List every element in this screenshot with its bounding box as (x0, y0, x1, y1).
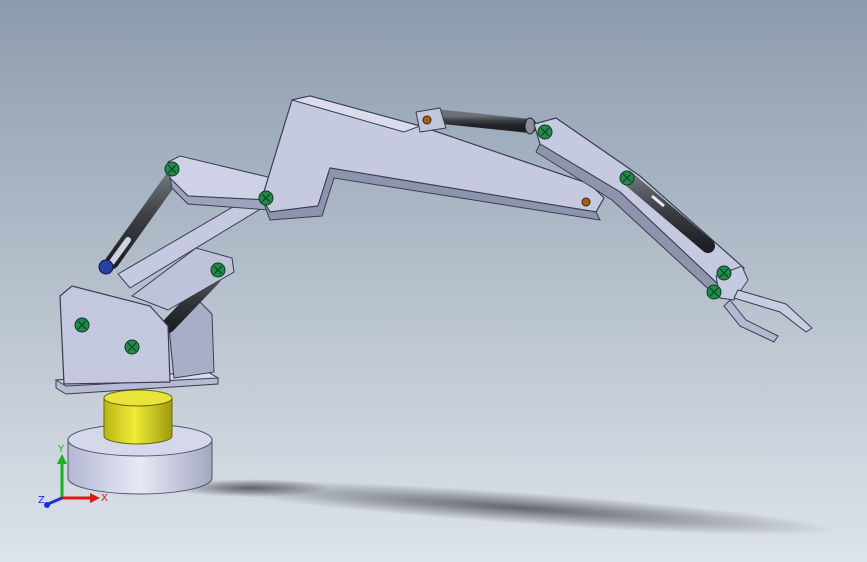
pin-boom-base (258, 190, 274, 206)
z-axis-arrowhead (44, 502, 50, 508)
z-axis-label: Z (38, 495, 45, 506)
pin-base-front-lower (124, 339, 140, 355)
pin-forearm-top (537, 124, 553, 140)
pin-wrist-lower (706, 284, 722, 300)
pin-upper-link-left (164, 161, 180, 177)
pin-wrist-upper (716, 265, 732, 281)
cad-viewport[interactable]: Y X Z (0, 0, 867, 562)
pin-shoulder-cylinder-base (98, 259, 114, 275)
pin-boom-tip (581, 197, 591, 207)
pin-lower-cylinder-top (210, 262, 226, 278)
pin-forearm-cylinder (619, 170, 635, 186)
pin-boom-cylinder-mount (422, 115, 432, 125)
y-axis-label: Y (57, 444, 65, 455)
x-axis-label: X (101, 493, 108, 504)
turntable-column[interactable] (103, 389, 173, 445)
robot-arm-model-render[interactable]: Y X Z (0, 0, 867, 562)
pin-base-front-upper (74, 317, 90, 333)
